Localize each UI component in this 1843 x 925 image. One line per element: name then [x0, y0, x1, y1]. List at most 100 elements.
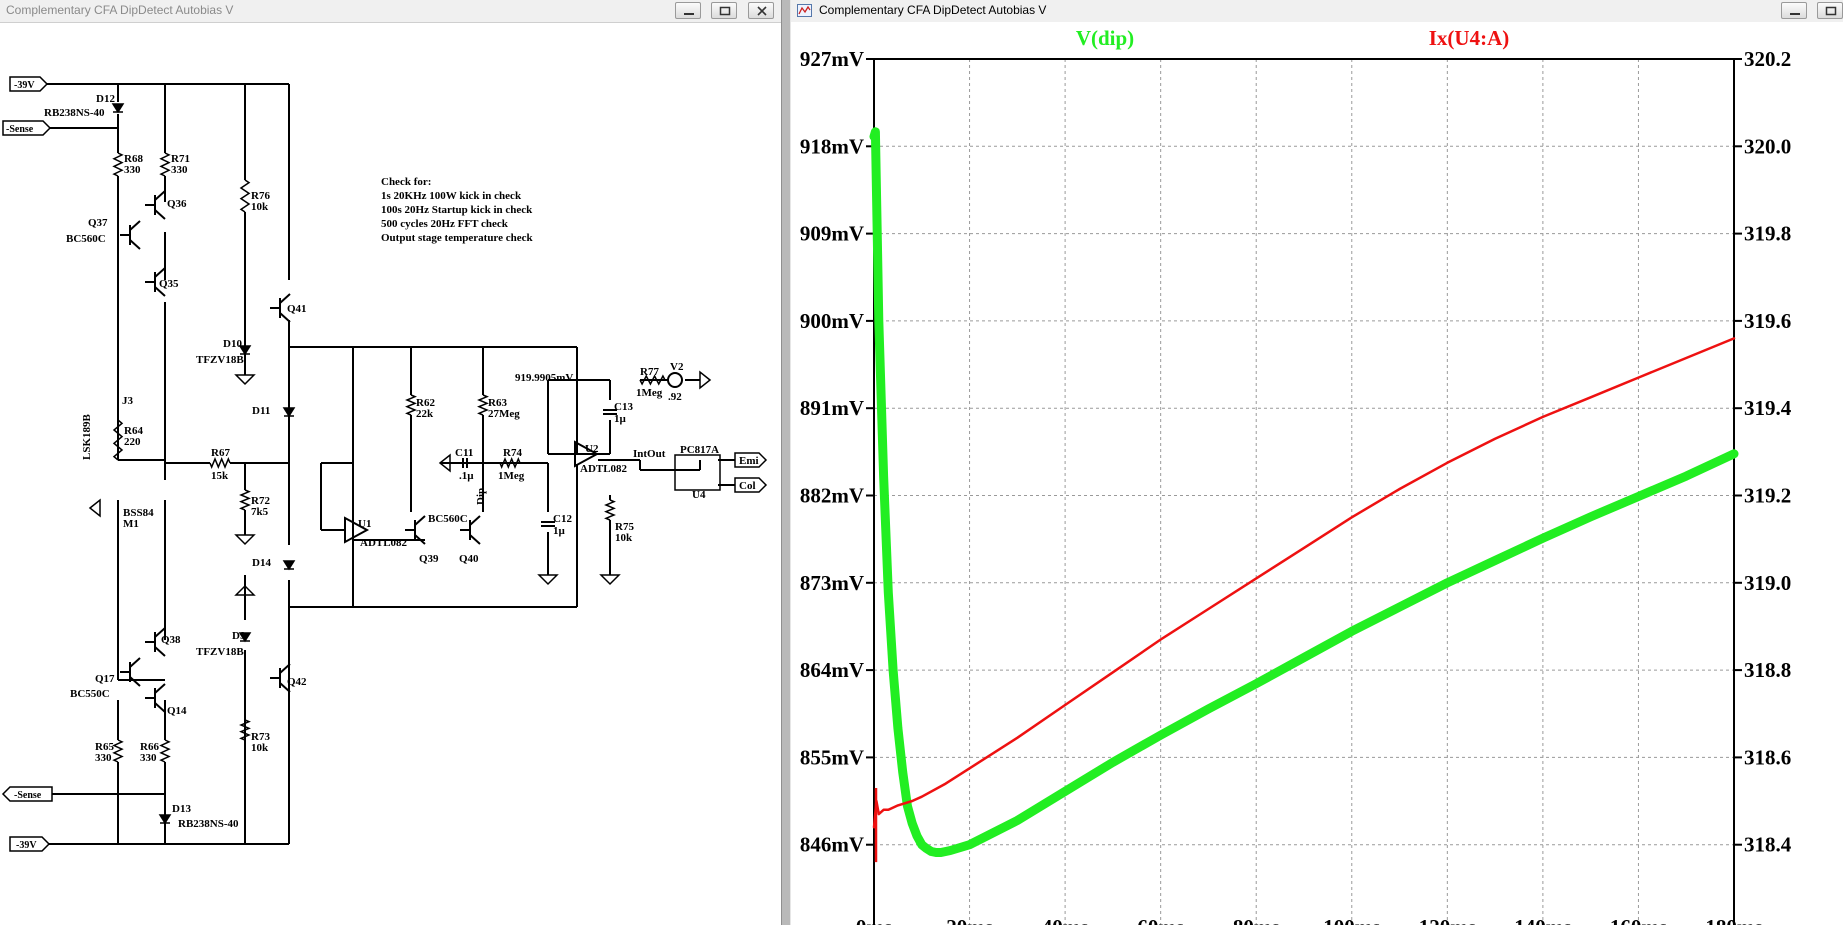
schematic-canvas[interactable]: -39V-SenseD12RB238NS-40R68330R71330Q36Q3…	[0, 22, 781, 925]
label-r77-val: 1Meg	[636, 387, 663, 399]
maximize-icon	[1825, 6, 1837, 16]
resistor	[159, 152, 171, 177]
label-u2: U2	[585, 443, 599, 455]
trace-vdip[interactable]	[869, 127, 1739, 857]
resistor	[239, 489, 251, 511]
label-q17: Q17	[95, 673, 115, 685]
label-r66-val: 330	[140, 752, 157, 764]
resistor	[604, 499, 616, 521]
resistor	[209, 457, 231, 469]
plot-frame	[873, 58, 1735, 925]
close-icon	[757, 6, 767, 16]
legend-vdip[interactable]: V(dip)	[1076, 26, 1134, 50]
label-q37-val: BC560C	[66, 233, 106, 245]
waveform-window[interactable]: Complementary CFA DipDetect Autobias V 0…	[791, 0, 1843, 925]
label-u2-val: ADTL082	[580, 463, 628, 475]
label-c11-val: .1µ	[459, 470, 474, 482]
schematic-minimize-button[interactable]	[675, 2, 701, 19]
schematic-note-line: 100s 20Hz Startup kick in check	[381, 204, 533, 216]
waveform-maximize-button[interactable]	[1817, 2, 1843, 19]
label-d14: D14	[252, 557, 271, 569]
label-pc817a: PC817A	[680, 444, 719, 456]
label-j3-val: LSK189B	[81, 413, 93, 460]
y-left-tick-label: 855mV	[800, 745, 864, 769]
label-d10: D10	[223, 338, 242, 350]
label-r67-val: 15k	[211, 470, 229, 482]
legend-ix-u4a[interactable]: Ix(U4:A)	[1429, 26, 1509, 50]
plot-axes: 0ms20ms40ms60ms80ms100ms120ms140ms160ms1…	[800, 47, 1792, 925]
label-u4: U4	[692, 489, 706, 501]
schematic-note-line: Check for:	[381, 176, 431, 188]
x-tick-label: 140ms	[1514, 915, 1571, 925]
label-d9-val: TFZV18B	[196, 646, 244, 658]
window-splitter[interactable]	[781, 0, 791, 925]
label-q36: Q36	[167, 198, 187, 210]
label-u1-val: ADTL082	[360, 537, 408, 549]
label-net-intout: IntOut	[633, 448, 666, 460]
diode	[282, 407, 296, 418]
y-left-tick-label: 900mV	[800, 309, 864, 333]
waveform-minimize-button[interactable]	[1781, 2, 1807, 19]
schematic-maximize-button[interactable]	[711, 2, 737, 19]
label-v2: V2	[670, 361, 684, 373]
resistor	[112, 739, 124, 763]
resistor	[499, 457, 521, 469]
label-r67: R67	[211, 447, 230, 459]
plot-traces	[869, 127, 1739, 863]
diode	[111, 103, 125, 114]
resistor	[112, 152, 124, 177]
label-d13-val: RB238NS-40	[178, 818, 239, 830]
schematic-window[interactable]: Complementary CFA DipDetect Autobias V -…	[0, 0, 781, 925]
schematic-close-button[interactable]	[748, 2, 774, 19]
x-tick-label: 100ms	[1323, 915, 1380, 925]
x-tick-label: 80ms	[1233, 915, 1280, 925]
label-c11: C11	[455, 447, 473, 459]
waveform-titlebar[interactable]: Complementary CFA DipDetect Autobias V	[791, 0, 1843, 23]
waveform-plot[interactable]: 0ms20ms40ms60ms80ms100ms120ms140ms160ms1…	[791, 22, 1843, 925]
label-q14: Q14	[167, 705, 187, 717]
waveform-window-title: Complementary CFA DipDetect Autobias V	[819, 3, 1047, 17]
resistor	[239, 719, 251, 741]
diode	[158, 814, 172, 825]
label-c13: C13	[614, 401, 633, 413]
y-right-tick-label: 319.0	[1744, 571, 1791, 595]
y-right-tick-label: 319.8	[1744, 222, 1791, 246]
y-left-tick-label: 927mV	[800, 47, 864, 71]
transistor	[120, 220, 141, 250]
y-left-tick-label: 882mV	[800, 484, 864, 508]
schematic-note-line: 500 cycles 20Hz FFT check	[381, 218, 509, 230]
ground-symbol	[234, 374, 256, 386]
y-right-tick-label: 318.4	[1744, 833, 1792, 857]
transistor	[145, 683, 166, 713]
y-left-tick-label: 909mV	[800, 222, 864, 246]
plot-grid	[874, 59, 1734, 925]
label-r65-val: 330	[95, 752, 112, 764]
label-j3: J3	[122, 395, 134, 407]
optocoupler	[674, 454, 721, 491]
resistor	[477, 394, 489, 416]
plot-pane[interactable]: 0ms20ms40ms60ms80ms100ms120ms140ms160ms1…	[791, 22, 1843, 925]
label-c13-val: 1µ	[614, 413, 627, 425]
label-q35: Q35	[159, 278, 179, 290]
label-d10-val: TFZV18B	[196, 354, 244, 366]
minimize-icon	[1790, 13, 1800, 15]
label-r74-val: 1Meg	[498, 470, 525, 482]
maximize-icon	[719, 6, 731, 16]
label-q17-val: BC550C	[70, 688, 110, 700]
diode	[282, 560, 296, 571]
y-right-tick-label: 319.2	[1744, 484, 1791, 508]
y-right-tick-label: 318.6	[1744, 745, 1791, 769]
label-q39-val: BC560C	[428, 513, 468, 525]
label-flag-m39v-bot: -39V	[16, 840, 37, 851]
label-flag-m39v-top: -39V	[14, 80, 35, 91]
schematic-window-title: Complementary CFA DipDetect Autobias V	[6, 3, 234, 17]
label-net-dip: Dip	[475, 488, 487, 505]
x-tick-label: 40ms	[1042, 915, 1089, 925]
label-op-voltage: 919.9905mV	[515, 372, 573, 384]
resistor	[159, 739, 171, 763]
label-r62-val: 22k	[416, 408, 434, 420]
schematic-titlebar[interactable]: Complementary CFA DipDetect Autobias V	[0, 0, 781, 23]
label-q37: Q37	[88, 217, 108, 229]
label-c12: C12	[553, 513, 572, 525]
y-left-tick-label: 873mV	[800, 571, 864, 595]
